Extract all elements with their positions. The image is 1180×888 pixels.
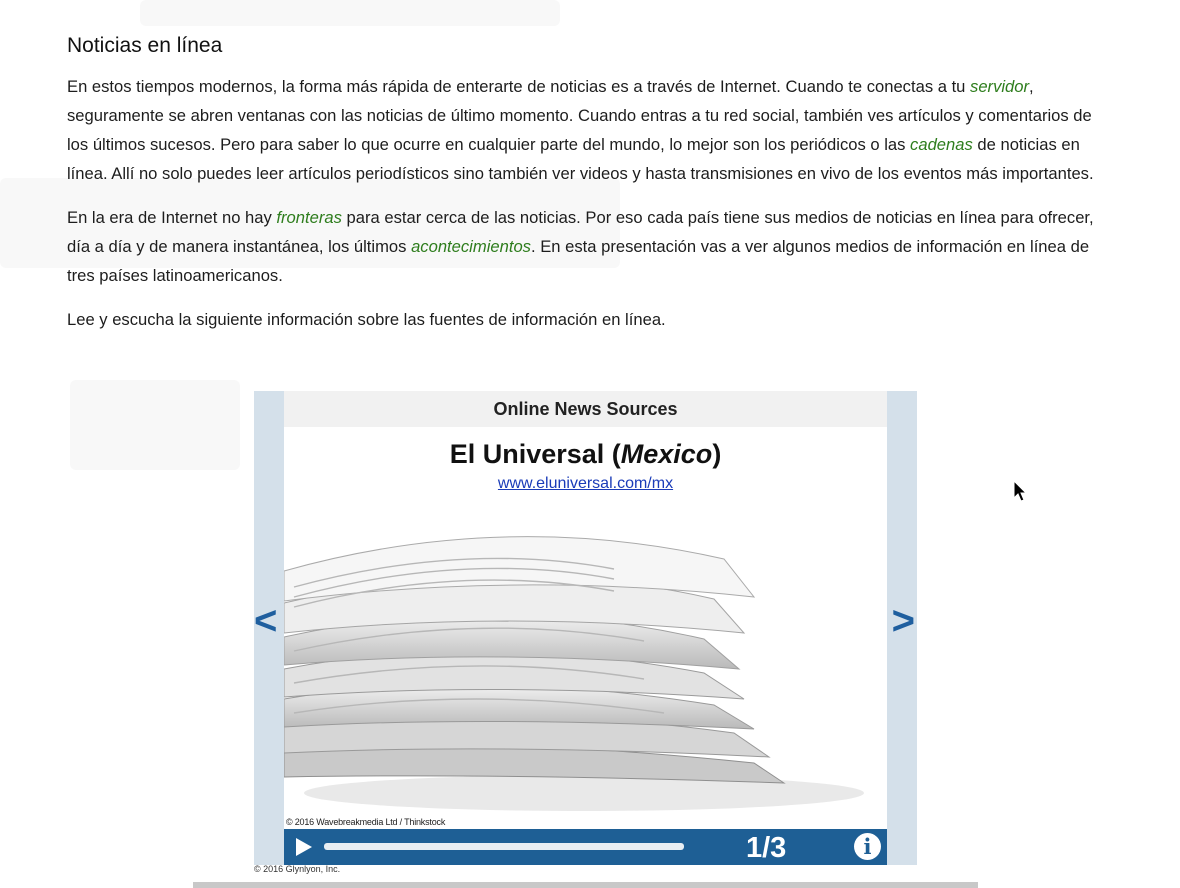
image-credit: © 2016 Wavebreakmedia Ltd / Thinkstock <box>286 817 446 827</box>
slide-counter: 1/3 <box>746 832 787 864</box>
background-blur <box>140 0 560 26</box>
slide-url-link[interactable]: www.eluniversal.com/mx <box>284 475 887 493</box>
mouse-cursor-icon <box>1013 480 1028 502</box>
slide-title-text: El Universal ( <box>449 439 621 469</box>
slide-title-country: Mexico <box>620 439 713 469</box>
vocab-link-acontecimientos[interactable]: acontecimientos <box>411 237 531 256</box>
slide: Online News Sources El Universal (Mexico… <box>284 391 887 829</box>
paragraph-intro: En estos tiempos modernos, la forma más … <box>67 72 1107 188</box>
arrow-left-icon[interactable]: < <box>254 601 277 641</box>
paragraph-instruction: Lee y escucha la siguiente información s… <box>67 310 666 329</box>
slide-title-text-end: ) <box>712 439 722 469</box>
background-blur <box>70 380 240 470</box>
paragraph-text: En la era de Internet no hay <box>67 208 277 227</box>
media-controls: 1/3 i <box>284 829 887 865</box>
newspaper-stack-image <box>284 536 864 811</box>
play-icon[interactable] <box>296 838 312 856</box>
page-title: Noticias en línea <box>67 34 223 57</box>
slideshow-viewer: < > Online News Sources El Universal (Me… <box>254 391 917 865</box>
slide-title: El Universal (Mexico) <box>284 439 887 470</box>
paragraph-era: En la era de Internet no hay fronteras p… <box>67 203 1107 290</box>
horizontal-scrollbar[interactable] <box>193 882 978 888</box>
copyright: © 2016 Glynlyon, Inc. <box>254 864 341 874</box>
info-icon[interactable]: i <box>854 833 881 860</box>
vocab-link-servidor[interactable]: servidor <box>970 77 1029 96</box>
vocab-link-fronteras[interactable]: fronteras <box>276 208 341 227</box>
article: Noticias en línea En estos tiempos moder… <box>67 34 1107 349</box>
arrow-right-icon[interactable]: > <box>892 601 915 641</box>
progress-bar[interactable] <box>324 843 684 850</box>
slide-header: Online News Sources <box>284 391 887 427</box>
vocab-link-cadenas[interactable]: cadenas <box>910 135 973 154</box>
paragraph-text: En estos tiempos modernos, la forma más … <box>67 77 971 96</box>
